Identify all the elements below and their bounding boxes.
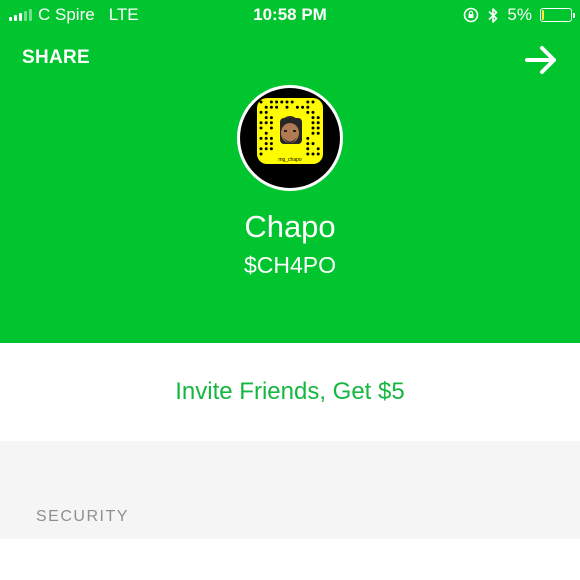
battery-level-fill bbox=[542, 10, 544, 20]
profile-header: C Spire LTE 10:58 PM 5% SHARE mg_chapo C… bbox=[0, 0, 580, 343]
snapcode-dot bbox=[269, 100, 273, 104]
snapcode-dot bbox=[311, 142, 315, 146]
snapcode-dot bbox=[306, 142, 310, 146]
snapcode-dot bbox=[316, 152, 320, 156]
snapcode-dot bbox=[264, 105, 268, 109]
snapcode-dot bbox=[295, 105, 299, 109]
snapcode-dot bbox=[311, 116, 315, 120]
snapcode-dot bbox=[275, 100, 279, 104]
snapcode-dot bbox=[316, 126, 320, 130]
snapcode-dot bbox=[264, 110, 268, 114]
snapcode-dot bbox=[311, 131, 315, 135]
snapcode-dot bbox=[311, 152, 315, 156]
snapcode-dot bbox=[316, 147, 320, 151]
snapcode-dot bbox=[264, 147, 268, 151]
snapcode-dot bbox=[259, 100, 263, 104]
snapcode-dot bbox=[269, 142, 273, 146]
display-name: Chapo bbox=[244, 209, 336, 244]
arrow-right-icon[interactable] bbox=[523, 42, 559, 78]
status-bar: C Spire LTE 10:58 PM 5% bbox=[0, 0, 580, 30]
snapcode-dot bbox=[269, 116, 273, 120]
snapcode-dot bbox=[311, 100, 315, 104]
snapcode-dot bbox=[259, 147, 263, 151]
security-list-area bbox=[0, 539, 580, 580]
snapcode-dot bbox=[306, 100, 310, 104]
snapcode-dot bbox=[316, 121, 320, 125]
snapcode-dot bbox=[259, 136, 263, 140]
snapcode-dot bbox=[306, 147, 310, 151]
invite-friends-label: Invite Friends, Get $5 bbox=[175, 378, 405, 405]
snapcode-dot bbox=[275, 105, 279, 109]
snapcode-dot bbox=[306, 136, 310, 140]
snapcode-dot bbox=[269, 147, 273, 151]
snapcode-dot bbox=[269, 121, 273, 125]
snapcode-dot bbox=[306, 105, 310, 109]
snapcode-dot bbox=[264, 121, 268, 125]
snapcode-dot bbox=[264, 116, 268, 120]
snapcode-dot bbox=[316, 116, 320, 120]
snapcode-dot bbox=[290, 100, 294, 104]
snapcode-dot bbox=[264, 131, 268, 135]
security-section-label: SECURITY bbox=[36, 508, 129, 525]
snapcode-dot bbox=[269, 136, 273, 140]
snapcode-dot bbox=[285, 105, 289, 109]
snapcode-graphic: mg_chapo bbox=[257, 98, 323, 164]
snapcode-dot bbox=[280, 100, 284, 104]
snapcode-dot bbox=[259, 121, 263, 125]
bitmoji-face bbox=[280, 116, 302, 144]
snapcode-dot bbox=[269, 105, 273, 109]
snapcode-dot bbox=[311, 110, 315, 114]
snapcode-dot bbox=[259, 126, 263, 130]
snapcode-dot bbox=[285, 100, 289, 104]
snapcode-dot bbox=[306, 152, 310, 156]
snapcode-dot bbox=[311, 121, 315, 125]
rotation-lock-icon bbox=[464, 7, 479, 23]
snapcode-dot bbox=[311, 126, 315, 130]
snapcode-dot bbox=[264, 142, 268, 146]
cashtag: $CH4PO bbox=[243, 252, 337, 278]
share-button[interactable]: SHARE bbox=[22, 47, 90, 69]
snapcode-dot bbox=[269, 126, 273, 130]
bluetooth-icon bbox=[488, 7, 498, 23]
battery-percent: 5% bbox=[507, 5, 532, 24]
avatar[interactable]: mg_chapo bbox=[237, 85, 343, 191]
snapcode-dot bbox=[301, 105, 305, 109]
snapcode-dot bbox=[259, 152, 263, 156]
battery-icon bbox=[540, 8, 575, 22]
snapcode-dot bbox=[316, 131, 320, 135]
snapcode-username: mg_chapo bbox=[278, 157, 302, 163]
invite-friends-button[interactable]: Invite Friends, Get $5 bbox=[0, 343, 580, 441]
snapcode: mg_chapo bbox=[240, 88, 340, 188]
snapcode-dot bbox=[259, 110, 263, 114]
snapcode-dot bbox=[306, 110, 310, 114]
snapcode-dot bbox=[264, 136, 268, 140]
status-right: 5% bbox=[463, 5, 575, 25]
